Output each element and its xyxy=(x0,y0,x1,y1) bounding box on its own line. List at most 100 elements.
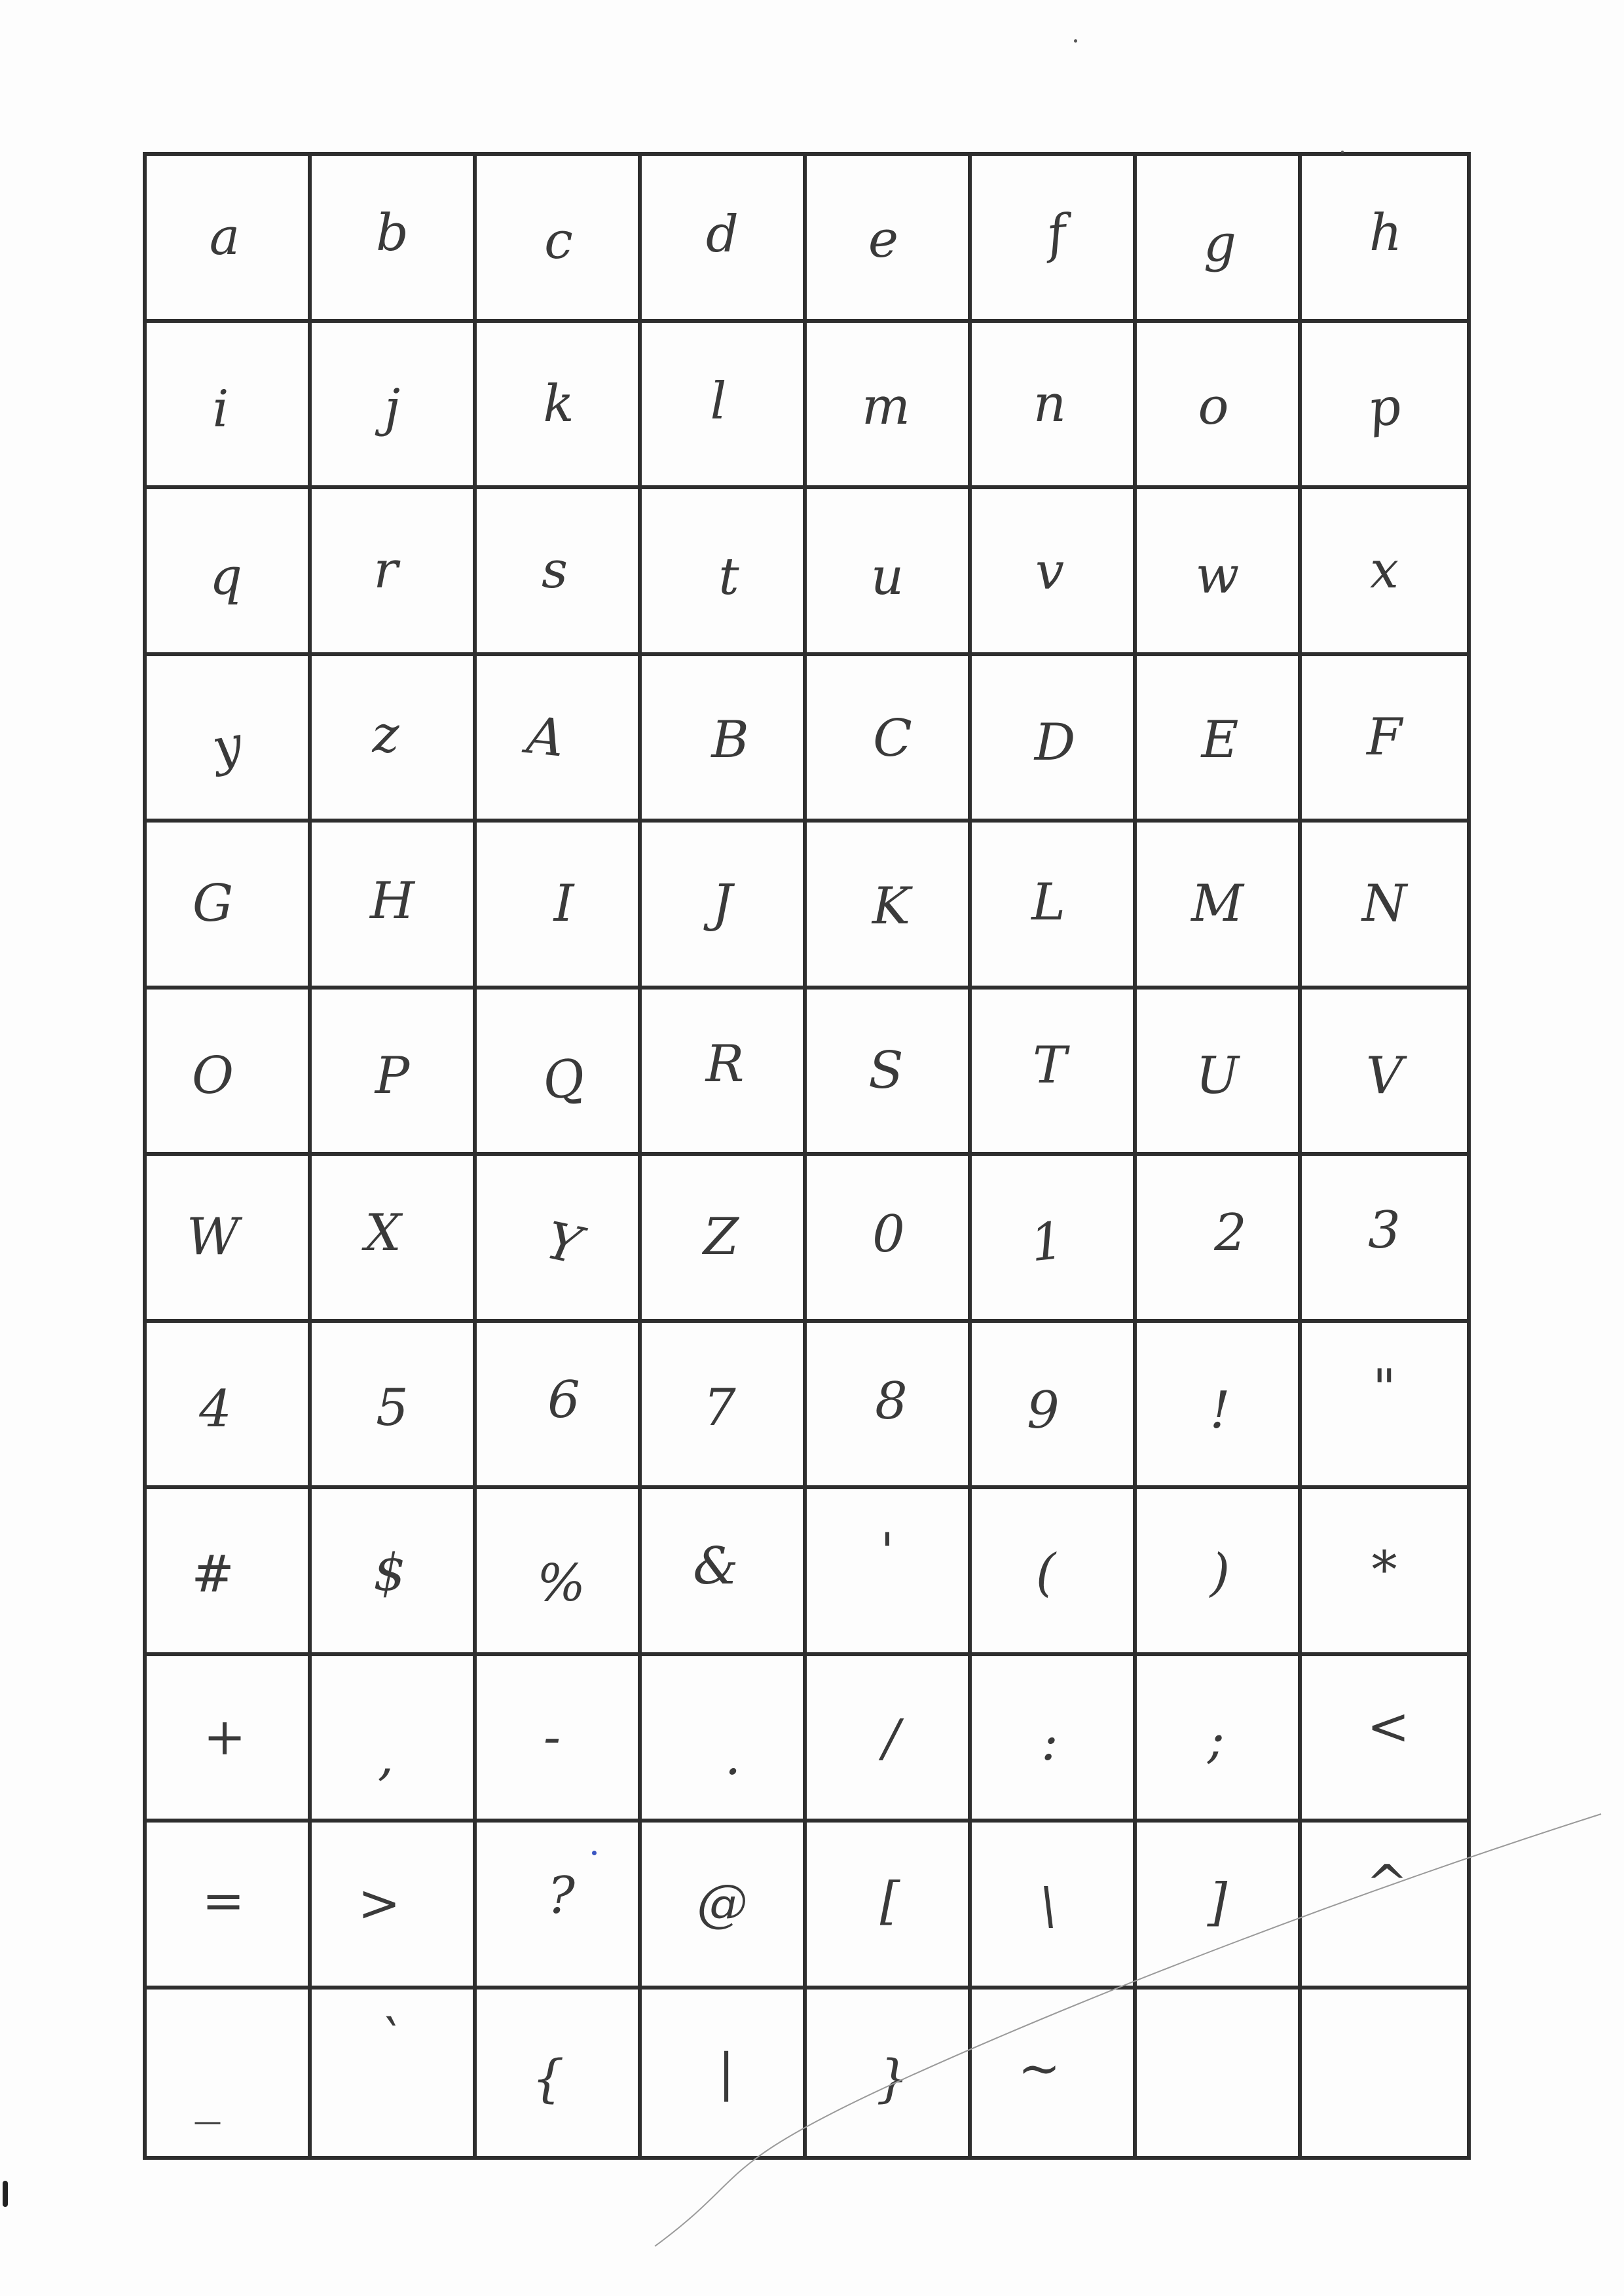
grid-cell xyxy=(1137,1989,1302,2156)
grid-cell: C xyxy=(807,656,972,823)
handwritten-character: H xyxy=(369,872,415,931)
grid-cell: ] xyxy=(1137,1823,1302,1990)
handwritten-character: 3 xyxy=(1368,1201,1401,1261)
grid-cell: q xyxy=(147,489,312,656)
scanned-page: a b c d e f g h i j k l m n o p q r s t u v w x y z A B C D E F G H I J K L M N… xyxy=(0,0,1624,2296)
handwritten-character: ' xyxy=(880,1523,895,1582)
grid-cell: j xyxy=(312,322,477,489)
grid-cell: v xyxy=(972,489,1137,656)
grid-cell: 8 xyxy=(807,1322,972,1489)
handwritten-character: L xyxy=(1031,873,1065,933)
grid-cell: & xyxy=(642,1489,807,1656)
handwritten-character: M xyxy=(1191,874,1244,934)
handwritten-character: 0 xyxy=(872,1205,905,1265)
handwritten-character: o xyxy=(1198,377,1229,436)
grid-cell: y xyxy=(147,656,312,823)
grid-cell: X xyxy=(312,1156,477,1323)
handwritten-character: ! xyxy=(1209,1380,1230,1440)
grid-cell: r xyxy=(312,489,477,656)
handwritten-character: E xyxy=(1201,710,1239,769)
grid-cell: > xyxy=(312,1823,477,1990)
handwritten-character: . xyxy=(724,1727,741,1787)
grid-cell: Z xyxy=(642,1156,807,1323)
handwritten-character: * xyxy=(1371,1541,1397,1601)
ink-speck xyxy=(1341,151,1344,153)
grid-cell: { xyxy=(477,1989,642,2156)
grid-cell: 4 xyxy=(147,1322,312,1489)
handwritten-character: F xyxy=(1366,707,1403,767)
handwritten-character: k xyxy=(543,374,574,434)
grid-cell: P xyxy=(312,989,477,1156)
ink-speck xyxy=(1074,39,1077,43)
grid-cell: d xyxy=(642,156,807,323)
grid-cell: 9 xyxy=(972,1322,1137,1489)
handwritten-character: e xyxy=(868,210,899,270)
handwritten-character: Z xyxy=(703,1208,739,1267)
handwritten-character: i xyxy=(212,379,229,439)
handwritten-character: d xyxy=(706,205,739,265)
grid-cell: [ xyxy=(807,1823,972,1990)
handwritten-character: } xyxy=(876,2049,909,2109)
handwritten-character: m xyxy=(862,377,910,436)
handwritten-character: ` xyxy=(377,2010,403,2069)
grid-cell: ^ xyxy=(1302,1823,1467,1990)
grid-cell: } xyxy=(807,1989,972,2156)
grid-cell: O xyxy=(147,989,312,1156)
handwritten-character: 1 xyxy=(1027,1211,1067,1274)
grid-cell xyxy=(1302,1990,1467,2157)
grid-cell: @ xyxy=(642,1823,807,1990)
handwritten-character: q xyxy=(210,547,242,607)
grid-cell: ` xyxy=(312,1989,477,2156)
grid-cell: c xyxy=(477,156,642,323)
grid-cell: ? xyxy=(477,1823,642,1990)
grid-cell: m xyxy=(807,322,972,489)
ink-speck xyxy=(592,1851,597,1855)
handwritten-character: N xyxy=(1361,874,1407,934)
grid-cell: n xyxy=(972,322,1137,489)
handwritten-character: G xyxy=(192,874,234,934)
grid-cell: 5 xyxy=(312,1322,477,1489)
grid-cell: S xyxy=(807,989,972,1156)
grid-cell: E xyxy=(1137,656,1302,823)
handwritten-character: c xyxy=(544,212,573,271)
handwritten-character: [ xyxy=(879,1872,900,1931)
grid-cell: I xyxy=(477,823,642,990)
grid-cell: i xyxy=(147,322,312,489)
grid-cell: l xyxy=(642,322,807,489)
handwritten-character: ) xyxy=(1209,1544,1230,1603)
handwritten-character: 4 xyxy=(199,1379,232,1439)
handwritten-character: 6 xyxy=(547,1370,580,1430)
grid-cell: : xyxy=(972,1656,1137,1823)
handwritten-character: s xyxy=(541,541,568,601)
grid-cell: J xyxy=(642,823,807,990)
handwritten-character: ; xyxy=(1207,1710,1225,1769)
handwritten-character: 5 xyxy=(376,1378,409,1437)
handwritten-character: & xyxy=(693,1537,739,1597)
grid-cell: # xyxy=(147,1489,312,1656)
handwritten-character: t xyxy=(718,547,739,607)
handwritten-character: T xyxy=(1032,1035,1067,1095)
handwritten-character: - xyxy=(543,1707,561,1767)
grid-cell: N xyxy=(1302,823,1467,990)
grid-cell: b xyxy=(312,156,477,323)
grid-cell: % xyxy=(477,1489,642,1656)
grid-cell: 3 xyxy=(1302,1156,1467,1323)
grid-cell: k xyxy=(477,322,642,489)
handwritten-character: > xyxy=(358,1874,401,1934)
grid-cell: ! xyxy=(1137,1322,1302,1489)
grid-cell: V xyxy=(1302,990,1467,1156)
handwritten-character: < xyxy=(1367,1697,1410,1756)
grid-cell: ( xyxy=(972,1489,1137,1656)
character-grid: a b c d e f g h i j k l m n o p q r s t u v w x y z A B C D E F G H I J K L M N… xyxy=(143,152,1471,2160)
grid-cell: . xyxy=(642,1656,807,1823)
handwritten-character: p xyxy=(1364,376,1405,439)
grid-cell: 2 xyxy=(1137,1156,1302,1323)
grid-cell: H xyxy=(312,823,477,990)
handwritten-character: S xyxy=(868,1041,904,1100)
grid-cell: W xyxy=(147,1156,312,1323)
handwritten-character: V xyxy=(1365,1046,1403,1105)
handwritten-character: I xyxy=(553,874,574,934)
handwritten-character: b xyxy=(376,204,409,263)
handwritten-character: W xyxy=(186,1208,240,1267)
grid-cell: ~ xyxy=(972,1989,1137,2156)
